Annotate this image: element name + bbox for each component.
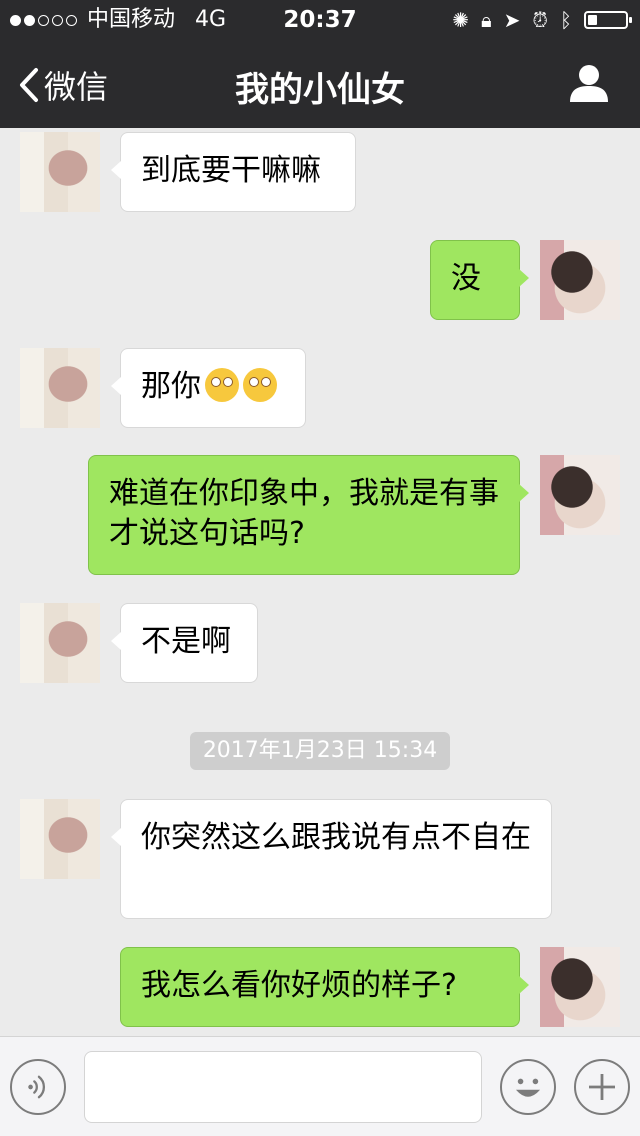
alarm-icon: ⏰︎ bbox=[532, 8, 548, 32]
message-input[interactable] bbox=[84, 1051, 482, 1123]
message-text: 到底要干嘛嘛 bbox=[141, 153, 321, 188]
status-bar: 中国移动 4G 20:37 ✺ 🔒︎ ➤ ⏰︎ ᛒ bbox=[0, 0, 640, 40]
more-options-button[interactable] bbox=[574, 1059, 630, 1115]
my-avatar[interactable] bbox=[540, 455, 620, 535]
message-bubble-sent[interactable]: 没 bbox=[430, 240, 529, 320]
message-text: 你突然这么跟我说有点不自在 bbox=[141, 820, 531, 855]
chat-title: 我的小仙女 bbox=[235, 70, 405, 110]
message-text: 那你 bbox=[141, 369, 201, 404]
activity-spinner-icon: ✺ bbox=[452, 8, 469, 32]
bluetooth-icon: ᛒ bbox=[560, 8, 572, 32]
profile-icon[interactable] bbox=[568, 62, 610, 104]
input-bar bbox=[0, 1036, 640, 1136]
nav-bar: 微信 我的小仙女 bbox=[0, 40, 640, 128]
contact-avatar[interactable] bbox=[20, 348, 100, 428]
emoji-button[interactable] bbox=[500, 1059, 556, 1115]
message-bubble-received[interactable]: 不是啊 bbox=[111, 603, 258, 683]
message-bubble-sent[interactable]: 难道在你印象中，我就是有事才说这句话吗? bbox=[88, 455, 529, 575]
message-text: 没 bbox=[451, 261, 481, 296]
orientation-lock-icon: 🔒︎ bbox=[480, 8, 492, 32]
flushed-face-icon bbox=[205, 368, 239, 402]
message-text: 我怎么看你好烦的样子? bbox=[141, 968, 457, 1003]
header: 中国移动 4G 20:37 ✺ 🔒︎ ➤ ⏰︎ ᛒ 微信 我的小仙女 bbox=[0, 0, 640, 128]
chat-area: 到底要干嘛嘛 没 那你 难道在你印象中，我就是有事才说这句话吗? 不是啊 201… bbox=[0, 128, 640, 1036]
contact-avatar[interactable] bbox=[20, 603, 100, 683]
battery-icon bbox=[584, 11, 632, 29]
message-text: 难道在你印象中，我就是有事才说这句话吗? bbox=[109, 476, 499, 551]
contact-avatar[interactable] bbox=[20, 132, 100, 212]
message-bubble-received[interactable]: 到底要干嘛嘛 bbox=[111, 132, 356, 212]
message-bubble-received[interactable]: 那你 bbox=[111, 348, 306, 428]
flushed-face-icon bbox=[243, 368, 277, 402]
contact-avatar[interactable] bbox=[20, 799, 100, 879]
message-bubble-sent[interactable]: 我怎么看你好烦的样子? bbox=[120, 947, 529, 1027]
message-bubble-received[interactable]: 你突然这么跟我说有点不自在 bbox=[111, 799, 552, 919]
location-arrow-icon: ➤ bbox=[503, 8, 521, 32]
voice-input-button[interactable] bbox=[10, 1059, 66, 1115]
my-avatar[interactable] bbox=[540, 240, 620, 320]
timestamp-divider: 2017年1月23日 15:34 bbox=[190, 732, 450, 770]
my-avatar[interactable] bbox=[540, 947, 620, 1027]
message-text: 不是啊 bbox=[141, 624, 231, 659]
